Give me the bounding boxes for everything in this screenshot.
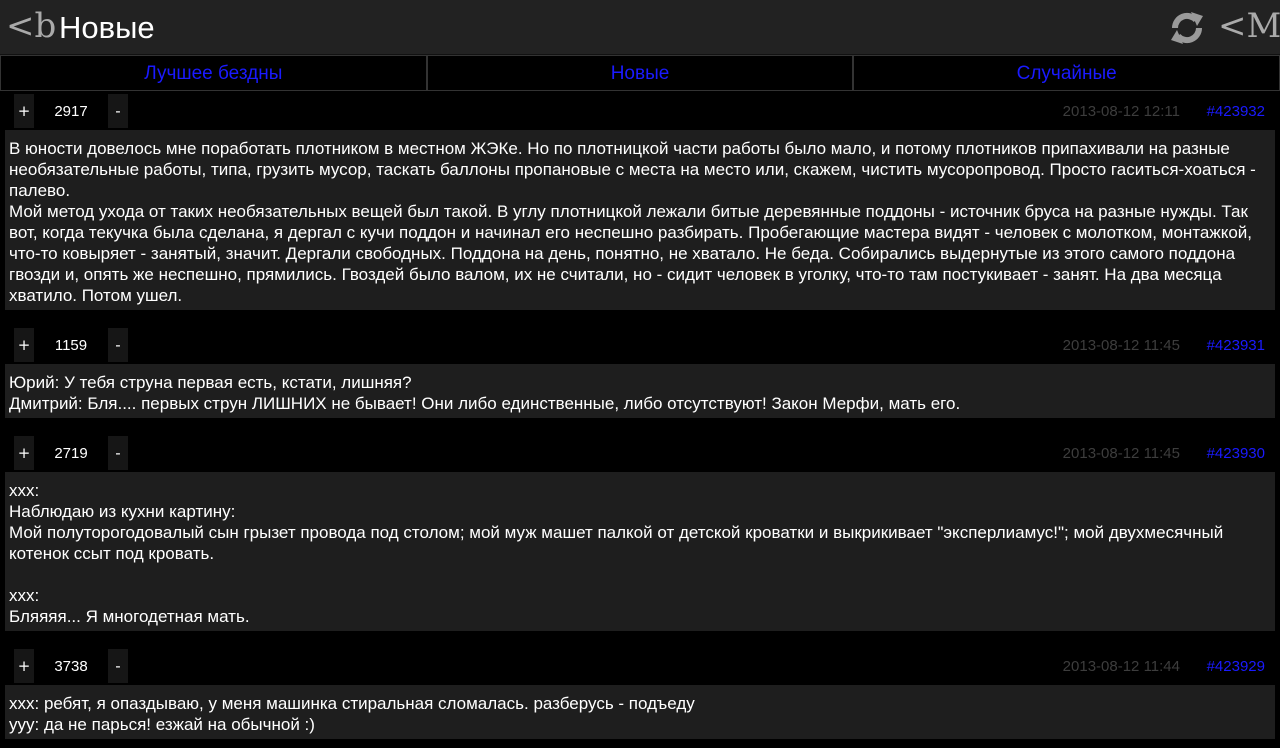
quote-text: Юрий: У тебя струна первая есть, кстати,… [5,364,1275,418]
quote-item: + 3738 - 2013-08-12 11:44 #423929 xxx: р… [0,647,1280,739]
quote-id-link[interactable]: #423931 [1207,326,1265,366]
quote-date: 2013-08-12 12:11 [1062,103,1180,120]
quote-date: 2013-08-12 11:44 [1062,658,1180,675]
quote-item: + 2719 - 2013-08-12 11:45 #423930 xxx: Н… [0,434,1280,631]
quote-rating: 1159 [54,337,88,354]
quote-id-link[interactable]: #423930 [1207,434,1265,474]
quote-list: + 2917 - 2013-08-12 12:11 #423932 В юнос… [0,92,1280,739]
vote-up-button[interactable]: + [14,649,34,683]
tab-new[interactable]: Новые [426,55,854,91]
vote-up-button[interactable]: + [14,328,34,362]
quote-text: xxx: Наблюдаю из кухни картину: Мой полу… [5,472,1275,631]
quote-header: + 3738 - 2013-08-12 11:44 #423929 [0,647,1280,685]
vote-down-button[interactable]: - [108,649,128,683]
tab-best-abyss[interactable]: Лучшее бездны [0,55,427,91]
quote-text: В юности довелось мне поработать плотник… [5,130,1275,310]
refresh-icon[interactable] [1167,8,1207,48]
quote-rating: 3738 [54,658,88,675]
page-title: Новые [59,10,155,45]
quote-rating: 2917 [54,103,88,120]
quote-id-link[interactable]: #423929 [1207,647,1265,687]
quote-header: + 1159 - 2013-08-12 11:45 #423931 [0,326,1280,364]
quote-item: + 1159 - 2013-08-12 11:45 #423931 Юрий: … [0,326,1280,418]
vote-up-button[interactable]: + [14,94,34,128]
quote-date: 2013-08-12 11:45 [1062,337,1180,354]
quote-date: 2013-08-12 11:45 [1062,445,1180,462]
action-bar: <b Новые <M [0,0,1280,55]
quote-item: + 2917 - 2013-08-12 12:11 #423932 В юнос… [0,92,1280,310]
vote-up-button[interactable]: + [14,436,34,470]
vote-down-button[interactable]: - [108,436,128,470]
quote-header: + 2719 - 2013-08-12 11:45 #423930 [0,434,1280,472]
vote-down-button[interactable]: - [108,94,128,128]
quote-id-link[interactable]: #423932 [1207,92,1265,132]
tab-bar: Лучшее бездны Новые Случайные [0,55,1280,91]
quote-header: + 2917 - 2013-08-12 12:11 #423932 [0,92,1280,130]
app-logo-icon[interactable]: <b [6,4,56,48]
tab-random[interactable]: Случайные [853,55,1280,91]
quote-text: xxx: ребят, я опаздываю, у меня машинка … [5,685,1275,739]
quote-rating: 2719 [54,445,88,462]
menu-logo-icon[interactable]: <M [1218,4,1280,48]
vote-down-button[interactable]: - [108,328,128,362]
